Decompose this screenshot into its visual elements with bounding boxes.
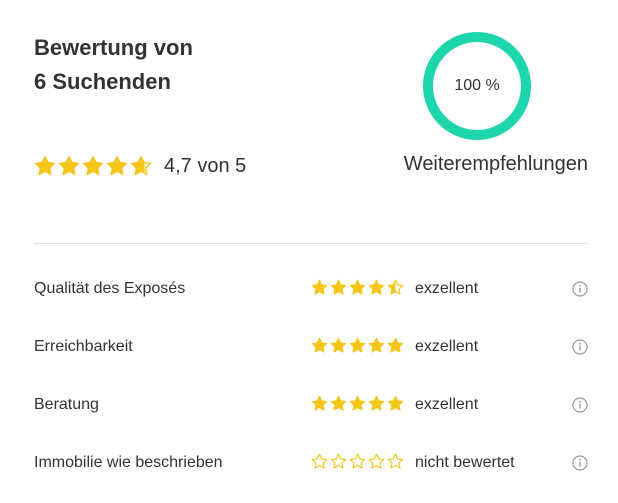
star-full-icon <box>349 279 366 295</box>
divider <box>34 243 588 244</box>
star-half-icon <box>130 155 152 176</box>
star-full-icon <box>387 337 404 353</box>
category-label: Beratung <box>34 396 99 413</box>
recommendation-ring: 100 % <box>421 30 533 142</box>
category-label: Qualität des Exposés <box>34 280 186 297</box>
star-empty-icon <box>330 453 347 469</box>
star-empty-icon <box>387 453 404 469</box>
star-full-icon <box>58 155 80 176</box>
category-star-rating <box>311 279 404 296</box>
category-row-reachability: Erreichbarkeit exzellent <box>34 328 588 386</box>
info-icon[interactable] <box>572 281 588 297</box>
rating-title: Bewertung von 6 Suchenden <box>34 31 193 99</box>
star-full-icon <box>330 337 347 353</box>
category-label: Erreichbarkeit <box>34 338 133 355</box>
category-value: exzellent <box>415 338 479 355</box>
recommendation-label: Weiterempfehlungen <box>403 153 588 175</box>
info-icon[interactable] <box>572 397 588 413</box>
category-ratings: Qualität des Exposés exzellent Erreichba… <box>34 270 588 502</box>
category-label: Immobilie wie beschrieben <box>34 454 223 471</box>
star-empty-icon <box>368 453 385 469</box>
star-full-icon <box>311 279 328 295</box>
category-row-property-as-described: Immobilie wie beschrieben nicht bewertet <box>34 444 588 502</box>
star-empty-icon <box>311 453 328 469</box>
star-full-icon <box>106 155 128 176</box>
overall-rating: 4,7 von 5 <box>34 150 246 182</box>
category-star-rating <box>311 337 404 354</box>
star-full-icon <box>368 337 385 353</box>
rating-title-line2: 6 Suchenden <box>34 69 171 94</box>
star-full-icon <box>330 279 347 295</box>
star-full-icon <box>82 155 104 176</box>
category-row-quality: Qualität des Exposés exzellent <box>34 270 588 328</box>
star-full-icon <box>311 395 328 411</box>
rating-title-line1: Bewertung von <box>34 35 193 60</box>
category-star-rating <box>311 395 404 412</box>
recommendation-percent: 100 % <box>454 77 500 94</box>
overall-star-rating <box>34 155 152 177</box>
star-full-icon <box>368 279 385 295</box>
overall-rating-text: 4,7 von 5 <box>164 154 247 177</box>
star-full-icon <box>387 395 404 411</box>
category-value: exzellent <box>415 280 479 297</box>
star-full-icon <box>349 337 366 353</box>
star-full-icon <box>311 337 328 353</box>
category-value: nicht bewertet <box>415 454 515 471</box>
star-full-icon <box>330 395 347 411</box>
star-half-icon <box>387 279 404 295</box>
star-full-icon <box>368 395 385 411</box>
star-empty-icon <box>349 453 366 469</box>
info-icon[interactable] <box>572 339 588 355</box>
category-value: exzellent <box>415 396 479 413</box>
star-full-icon <box>349 395 366 411</box>
category-star-rating <box>311 453 404 470</box>
info-icon[interactable] <box>572 455 588 471</box>
category-row-consulting: Beratung exzellent <box>34 386 588 444</box>
star-full-icon <box>34 155 56 176</box>
